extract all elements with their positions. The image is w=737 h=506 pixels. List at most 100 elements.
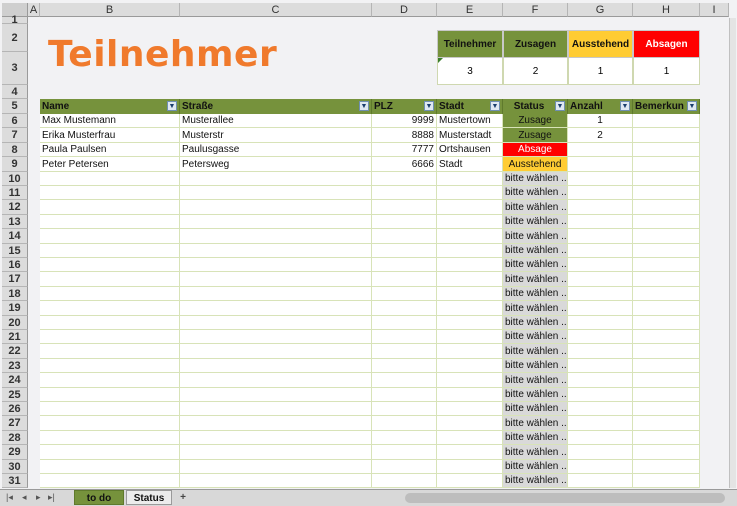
- empty-cell[interactable]: [372, 186, 437, 200]
- table-cell-strasse[interactable]: Petersweg: [180, 157, 372, 172]
- empty-cell[interactable]: [633, 229, 700, 244]
- empty-cell[interactable]: [437, 200, 503, 215]
- column-header[interactable]: B: [40, 3, 180, 17]
- empty-cell[interactable]: [437, 344, 503, 359]
- empty-cell[interactable]: [437, 359, 503, 373]
- empty-cell[interactable]: [40, 402, 180, 416]
- empty-cell[interactable]: [40, 186, 180, 200]
- empty-cell[interactable]: [372, 474, 437, 488]
- table-cell-strasse[interactable]: Paulusgasse: [180, 143, 372, 157]
- status-select-placeholder[interactable]: bitte wählen ...: [503, 272, 568, 287]
- empty-cell[interactable]: [568, 316, 633, 330]
- row-header[interactable]: 2: [2, 24, 28, 52]
- row-header[interactable]: 29: [2, 445, 28, 460]
- empty-cell[interactable]: [633, 287, 700, 301]
- empty-cell[interactable]: [568, 186, 633, 200]
- empty-cell[interactable]: [437, 330, 503, 344]
- empty-cell[interactable]: [633, 272, 700, 287]
- first-sheet-icon[interactable]: |◂: [6, 492, 13, 503]
- filter-dropdown-icon[interactable]: ▼: [490, 101, 500, 111]
- empty-cell[interactable]: [40, 316, 180, 330]
- status-select-placeholder[interactable]: bitte wählen ...: [503, 402, 568, 416]
- table-cell-anzahl[interactable]: 2: [568, 128, 633, 143]
- status-select-placeholder[interactable]: bitte wählen ...: [503, 474, 568, 488]
- table-cell-anzahl[interactable]: [568, 143, 633, 157]
- tab-to-do[interactable]: to do: [74, 490, 124, 505]
- table-header-anzahl[interactable]: Anzahl ▼: [568, 99, 633, 114]
- status-select-placeholder[interactable]: bitte wählen ...: [503, 388, 568, 402]
- row-header[interactable]: 16: [2, 258, 28, 272]
- empty-cell[interactable]: [633, 474, 700, 488]
- empty-cell[interactable]: [633, 388, 700, 402]
- empty-cell[interactable]: [633, 373, 700, 388]
- row-header[interactable]: 12: [2, 200, 28, 215]
- summary-value-ausstehend[interactable]: 1: [568, 58, 633, 85]
- table-cell-strasse[interactable]: Musterallee: [180, 114, 372, 128]
- empty-cell[interactable]: [437, 316, 503, 330]
- table-cell-plz[interactable]: 8888: [372, 128, 437, 143]
- empty-cell[interactable]: [633, 301, 700, 316]
- empty-cell[interactable]: [437, 172, 503, 186]
- empty-cell[interactable]: [372, 229, 437, 244]
- empty-cell[interactable]: [180, 258, 372, 272]
- empty-cell[interactable]: [437, 474, 503, 488]
- empty-cell[interactable]: [633, 258, 700, 272]
- empty-cell[interactable]: [180, 200, 372, 215]
- empty-cell[interactable]: [180, 172, 372, 186]
- empty-cell[interactable]: [568, 402, 633, 416]
- empty-cell[interactable]: [180, 287, 372, 301]
- empty-cell[interactable]: [568, 445, 633, 460]
- empty-cell[interactable]: [40, 172, 180, 186]
- horizontal-scrollbar[interactable]: [405, 493, 725, 503]
- table-cell-plz[interactable]: 9999: [372, 114, 437, 128]
- empty-cell[interactable]: [40, 301, 180, 316]
- empty-cell[interactable]: [40, 200, 180, 215]
- empty-cell[interactable]: [437, 402, 503, 416]
- table-header-name[interactable]: Name ▼: [40, 99, 180, 114]
- empty-cell[interactable]: [437, 244, 503, 258]
- row-header[interactable]: 21: [2, 330, 28, 344]
- empty-cell[interactable]: [372, 460, 437, 474]
- empty-cell[interactable]: [40, 344, 180, 359]
- summary-value-zusagen[interactable]: 2: [503, 58, 568, 85]
- empty-cell[interactable]: [437, 431, 503, 445]
- empty-cell[interactable]: [633, 344, 700, 359]
- column-header[interactable]: H: [633, 3, 700, 17]
- empty-cell[interactable]: [372, 200, 437, 215]
- empty-cell[interactable]: [568, 200, 633, 215]
- empty-cell[interactable]: [40, 388, 180, 402]
- row-header[interactable]: 17: [2, 272, 28, 287]
- column-header[interactable]: I: [700, 3, 729, 17]
- empty-cell[interactable]: [40, 258, 180, 272]
- table-cell-bemerkung[interactable]: [633, 157, 700, 172]
- empty-cell[interactable]: [180, 416, 372, 431]
- empty-cell[interactable]: [180, 316, 372, 330]
- column-header[interactable]: D: [372, 3, 437, 17]
- empty-cell[interactable]: [437, 388, 503, 402]
- empty-cell[interactable]: [372, 172, 437, 186]
- empty-cell[interactable]: [437, 416, 503, 431]
- empty-cell[interactable]: [372, 272, 437, 287]
- filter-dropdown-icon[interactable]: ▼: [359, 101, 369, 111]
- status-select-placeholder[interactable]: bitte wählen ...: [503, 445, 568, 460]
- empty-cell[interactable]: [372, 416, 437, 431]
- row-header[interactable]: 26: [2, 402, 28, 416]
- row-header[interactable]: 27: [2, 416, 28, 431]
- empty-cell[interactable]: [180, 431, 372, 445]
- status-select-placeholder[interactable]: bitte wählen ...: [503, 229, 568, 244]
- empty-cell[interactable]: [372, 445, 437, 460]
- empty-cell[interactable]: [437, 229, 503, 244]
- row-header[interactable]: 28: [2, 431, 28, 445]
- empty-cell[interactable]: [372, 287, 437, 301]
- empty-cell[interactable]: [437, 301, 503, 316]
- row-header[interactable]: 10: [2, 172, 28, 186]
- status-select-placeholder[interactable]: bitte wählen ...: [503, 215, 568, 229]
- table-cell-plz[interactable]: 6666: [372, 157, 437, 172]
- empty-cell[interactable]: [40, 474, 180, 488]
- empty-cell[interactable]: [633, 316, 700, 330]
- empty-cell[interactable]: [180, 330, 372, 344]
- empty-cell[interactable]: [568, 474, 633, 488]
- empty-cell[interactable]: [568, 244, 633, 258]
- row-header[interactable]: 15: [2, 244, 28, 258]
- empty-cell[interactable]: [372, 316, 437, 330]
